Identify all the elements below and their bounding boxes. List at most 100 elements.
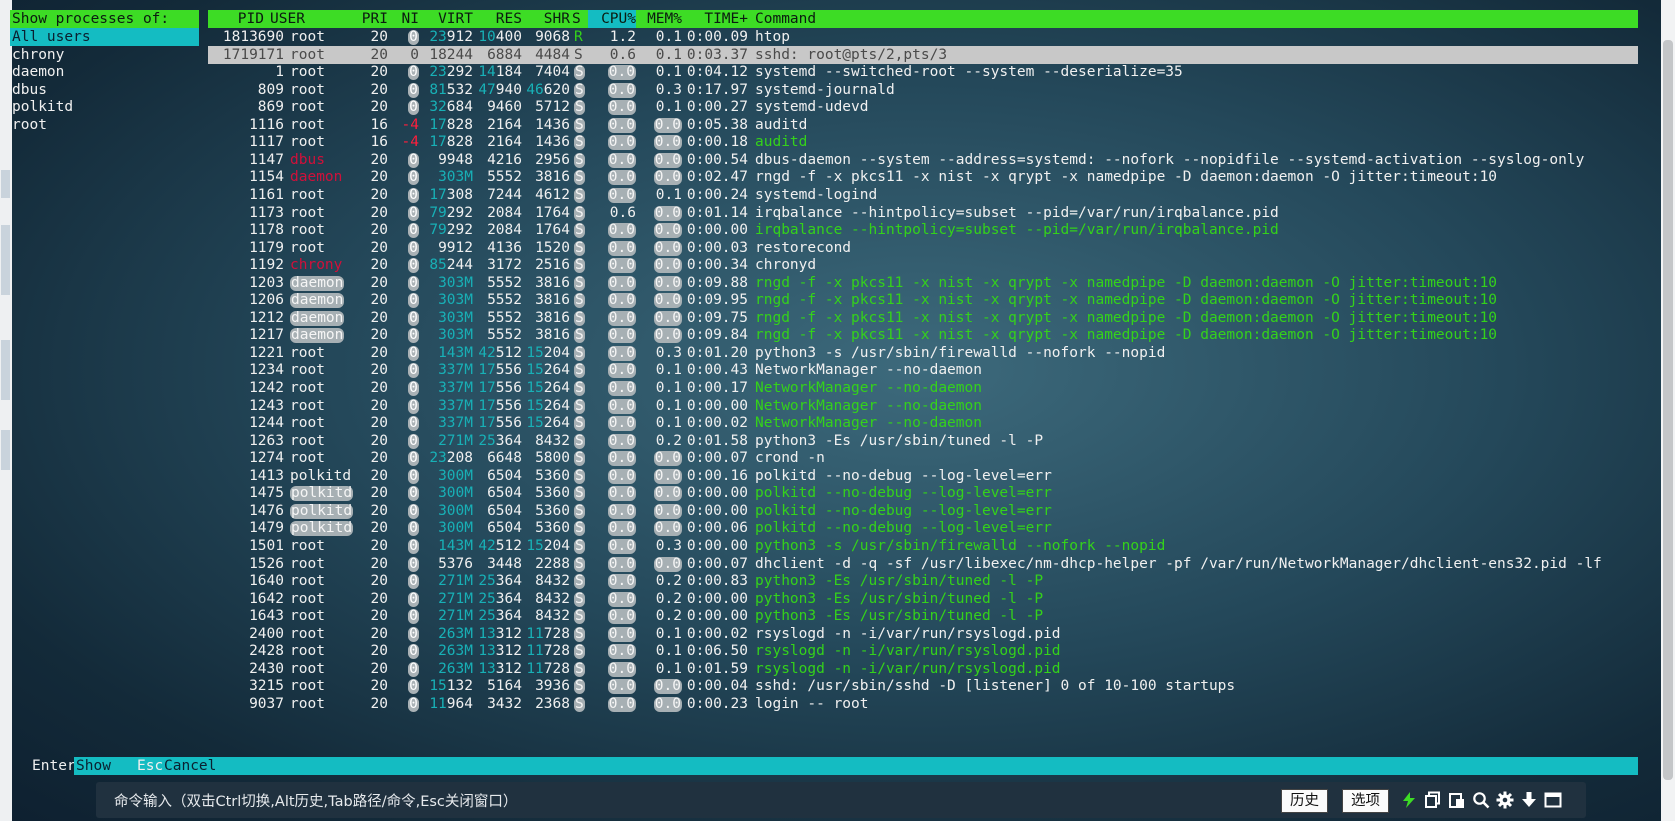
cell-res: 2084: [487, 222, 522, 239]
user-filter-item-all-users[interactable]: All users: [10, 28, 199, 46]
process-row[interactable]: 9037 root 20 0 11964 3432 2368 S 0.0 0.0 0:00.23 lo…: [208, 695, 1638, 714]
options-button[interactable]: 选项: [1342, 789, 1389, 813]
column-header-time-plus[interactable]: TIME+: [682, 10, 748, 28]
search-icon[interactable]: [1472, 791, 1490, 809]
process-row[interactable]: 1173 root 20 0 79292 2084 1764 S 0.6 0.0 0:01.14 ir…: [208, 204, 1638, 223]
process-row[interactable]: 1161 root 20 0 17308 7244 4612 S 0.0 0.1 0:00.24 sy…: [208, 186, 1638, 205]
process-row[interactable]: 1479 polkitd 20 0 300M 6504 5360 S 0.0 0.0 0:00.06…: [208, 519, 1638, 538]
process-row[interactable]: 2430 root 20 0 263M 13312 11728 S 0.0 0.1 0:01.59 r…: [208, 660, 1638, 679]
process-row[interactable]: 1719171 root 20 0 18244 6884 4484 S 0.6 0.1 0:03.3…: [208, 45, 1638, 65]
process-row[interactable]: 1413 polkitd 20 0 300M 6504 5360 S 0.0 0.0 0:00.16…: [208, 467, 1638, 486]
process-row[interactable]: 1475 polkitd 20 0 300M 6504 5360 S 0.0 0.0 0:00.00…: [208, 484, 1638, 503]
process-row[interactable]: 1243 root 20 0 337M 17556 15264 S 0.0 0.1 0:00.00 N…: [208, 397, 1638, 416]
cell-pid: 1643: [249, 608, 284, 625]
process-row[interactable]: 1244 root 20 0 337M 17556 15264 S 0.0 0.1 0:00.02 N…: [208, 414, 1638, 433]
process-row[interactable]: 1526 root 20 0 5376 3448 2288 S 0.0 0.0 0:00.07 dhc…: [208, 555, 1638, 574]
cell-time: 0:00.07: [686, 555, 748, 572]
cell-ni: 0: [408, 608, 419, 625]
process-row[interactable]: 1642 root 20 0 271M 25364 8432 S 0.0 0.2 0:00.00 py…: [208, 590, 1638, 609]
cell-s: S: [574, 274, 585, 291]
user-filter-item-daemon[interactable]: daemon: [10, 63, 199, 81]
cell-time: 0:00.09: [686, 29, 748, 45]
process-row[interactable]: 1643 root 20 0 271M 25364 8432 S 0.0 0.2 0:00.00 py…: [208, 607, 1638, 626]
cell-time: 0:00.00: [686, 590, 748, 607]
window-icon[interactable]: [1544, 791, 1562, 809]
cell-user: root: [290, 204, 325, 221]
user-filter-item-polkitd[interactable]: polkitd: [10, 98, 199, 116]
column-header-virt[interactable]: VIRT: [413, 10, 473, 28]
cell-time: 0:01.59: [686, 660, 748, 677]
process-row[interactable]: 1192 chrony 20 0 85244 3172 2516 S 0.0 0.0 0:00.34…: [208, 256, 1638, 275]
lightning-icon[interactable]: [1400, 791, 1418, 809]
show-action[interactable]: Show: [76, 757, 111, 775]
user-filter-item-dbus[interactable]: dbus: [10, 81, 199, 99]
copy-icon[interactable]: [1424, 791, 1442, 809]
process-row[interactable]: 1263 root 20 0 271M 25364 8432 S 0.0 0.2 0:01.58 py…: [208, 432, 1638, 451]
process-row[interactable]: 1116 root 16 -4 17828 2164 1436 S 0.0 0.0 0:05.38 a…: [208, 116, 1638, 135]
cell-shr: 3816: [535, 274, 570, 291]
cell-ni: 0: [408, 151, 419, 168]
user-filter-item-chrony[interactable]: chrony: [10, 46, 199, 64]
cell-pri: 20: [370, 274, 388, 291]
column-header-res[interactable]: RES: [470, 10, 522, 28]
process-row[interactable]: 1179 root 20 0 9912 4136 1520 S 0.0 0.0 0:00.03 res…: [208, 239, 1638, 258]
process-row[interactable]: 2428 root 20 0 263M 13312 11728 S 0.0 0.1 0:06.50 r…: [208, 642, 1638, 661]
process-row[interactable]: 1234 root 20 0 337M 17556 15264 S 0.0 0.1 0:00.43 N…: [208, 361, 1638, 380]
process-row[interactable]: 1117 root 16 -4 17828 2164 1436 S 0.0 0.0 0:00.18 a…: [208, 133, 1638, 152]
process-row[interactable]: 1242 root 20 0 337M 17556 15264 S 0.0 0.1 0:00.17 N…: [208, 379, 1638, 398]
process-row[interactable]: 869 root 20 0 32684 9460 5712 S 0.0 0.1 0:00.27 sys…: [208, 98, 1638, 117]
column-header-command[interactable]: Command: [755, 10, 875, 28]
paste-icon[interactable]: [1448, 791, 1466, 809]
command-prompt-text[interactable]: 命令输入（双击Ctrl切换,Alt历史,Tab路径/命令,Esc关闭窗口）: [114, 790, 517, 811]
cell-s: S: [574, 415, 585, 432]
process-row[interactable]: 1476 polkitd 20 0 300M 6504 5360 S 0.0 0.0 0:00.00…: [208, 502, 1638, 521]
process-row[interactable]: 1178 root 20 0 79292 2084 1764 S 0.0 0.0 0:00.00 ir…: [208, 221, 1638, 240]
cell-cmd: dhclient -d -q -sf /usr/libexec/nm-dhcp-…: [755, 555, 1602, 572]
history-button[interactable]: 历史: [1281, 789, 1328, 813]
column-header-pid[interactable]: PID: [208, 10, 264, 28]
scrollbar-thumb[interactable]: [1663, 40, 1673, 780]
column-header-cpu-pct[interactable]: CPU%: [588, 10, 636, 28]
process-row[interactable]: 2400 root 20 0 263M 13312 11728 S 0.0 0.1 0:00.02 r…: [208, 625, 1638, 644]
process-row[interactable]: 3215 root 20 0 15132 5164 3936 S 0.0 0.0 0:00.04 ss…: [208, 677, 1638, 696]
process-row[interactable]: 1206 daemon 20 0 303M 5552 3816 S 0.0 0.0 0:09.95 r…: [208, 291, 1638, 310]
process-row[interactable]: 1 root 20 0 23292 14184 7404 S 0.0 0.1 0:04.12 syst…: [208, 63, 1638, 82]
process-row[interactable]: 1274 root 20 0 23208 6648 5800 S 0.0 0.0 0:00.07 cr…: [208, 449, 1638, 468]
process-row[interactable]: 1217 daemon 20 0 303M 5552 3816 S 0.0 0.0 0:09.84 r…: [208, 326, 1638, 345]
column-header-s[interactable]: S: [572, 10, 586, 28]
column-header-mem-pct[interactable]: MEM%: [636, 10, 682, 28]
cell-user: root: [290, 537, 325, 554]
cell-mem: 0.0: [653, 327, 682, 344]
cell-shr: 15204: [526, 344, 570, 361]
process-row[interactable]: 1501 root 20 0 143M 42512 15204 S 0.0 0.3 0:00.00 p…: [208, 537, 1638, 556]
cell-cmd: sshd: /usr/sbin/sshd -D [listener] 0 of …: [755, 678, 1236, 695]
command-input-bar[interactable]: 命令输入（双击Ctrl切换,Alt历史,Tab路径/命令,Esc关闭窗口） 历史…: [96, 782, 1586, 818]
process-row[interactable]: 1212 daemon 20 0 303M 5552 3816 S 0.0 0.0 0:09.75 r…: [208, 309, 1638, 328]
column-header-shr[interactable]: SHR: [518, 10, 570, 28]
cell-res: 5552: [487, 309, 522, 326]
cell-time: 0:01.14: [686, 204, 748, 221]
cancel-action[interactable]: Cancel: [164, 757, 216, 775]
process-row[interactable]: 1203 daemon 20 0 303M 5552 3816 S 0.0 0.0 0:09.88 r…: [208, 274, 1638, 293]
cell-pid: 1178: [249, 222, 284, 239]
cell-pid: 1813690: [222, 29, 284, 45]
column-header-pri[interactable]: PRI: [348, 10, 388, 28]
process-row[interactable]: 1147 dbus 20 0 9948 4216 2956 S 0.0 0.0 0:00.54 dbu…: [208, 151, 1638, 170]
gear-icon[interactable]: [1496, 791, 1514, 809]
cell-shr: 8432: [535, 573, 570, 590]
process-row[interactable]: 1813690 root 20 0 23912 10400 9068 R 1.2 0.1 0:00.…: [208, 28, 1638, 47]
user-filter-item-root[interactable]: root: [10, 116, 199, 134]
cell-shr: 3816: [535, 169, 570, 186]
cell-time: 0:00.27: [686, 99, 748, 116]
process-row[interactable]: 809 root 20 0 81532 47940 46620 S 0.0 0.3 0:17.97 s…: [208, 81, 1638, 100]
column-header-user[interactable]: USER: [270, 10, 320, 28]
download-arrow-icon[interactable]: [1520, 791, 1538, 809]
cell-cpu: 0.0: [607, 151, 636, 168]
cell-s: S: [574, 239, 585, 256]
process-row[interactable]: 1154 daemon 20 0 303M 5552 3816 S 0.0 0.0 0:02.47 r…: [208, 168, 1638, 187]
cell-cmd: rngd -f -x pkcs11 -x nist -x qrypt -x na…: [755, 274, 1498, 291]
cell-user: polkitd: [290, 520, 354, 537]
cell-time: 0:00.07: [686, 450, 748, 467]
process-row[interactable]: 1221 root 20 0 143M 42512 15204 S 0.0 0.3 0:01.20 p…: [208, 344, 1638, 363]
process-row[interactable]: 1640 root 20 0 271M 25364 8432 S 0.0 0.2 0:00.83 py…: [208, 572, 1638, 591]
